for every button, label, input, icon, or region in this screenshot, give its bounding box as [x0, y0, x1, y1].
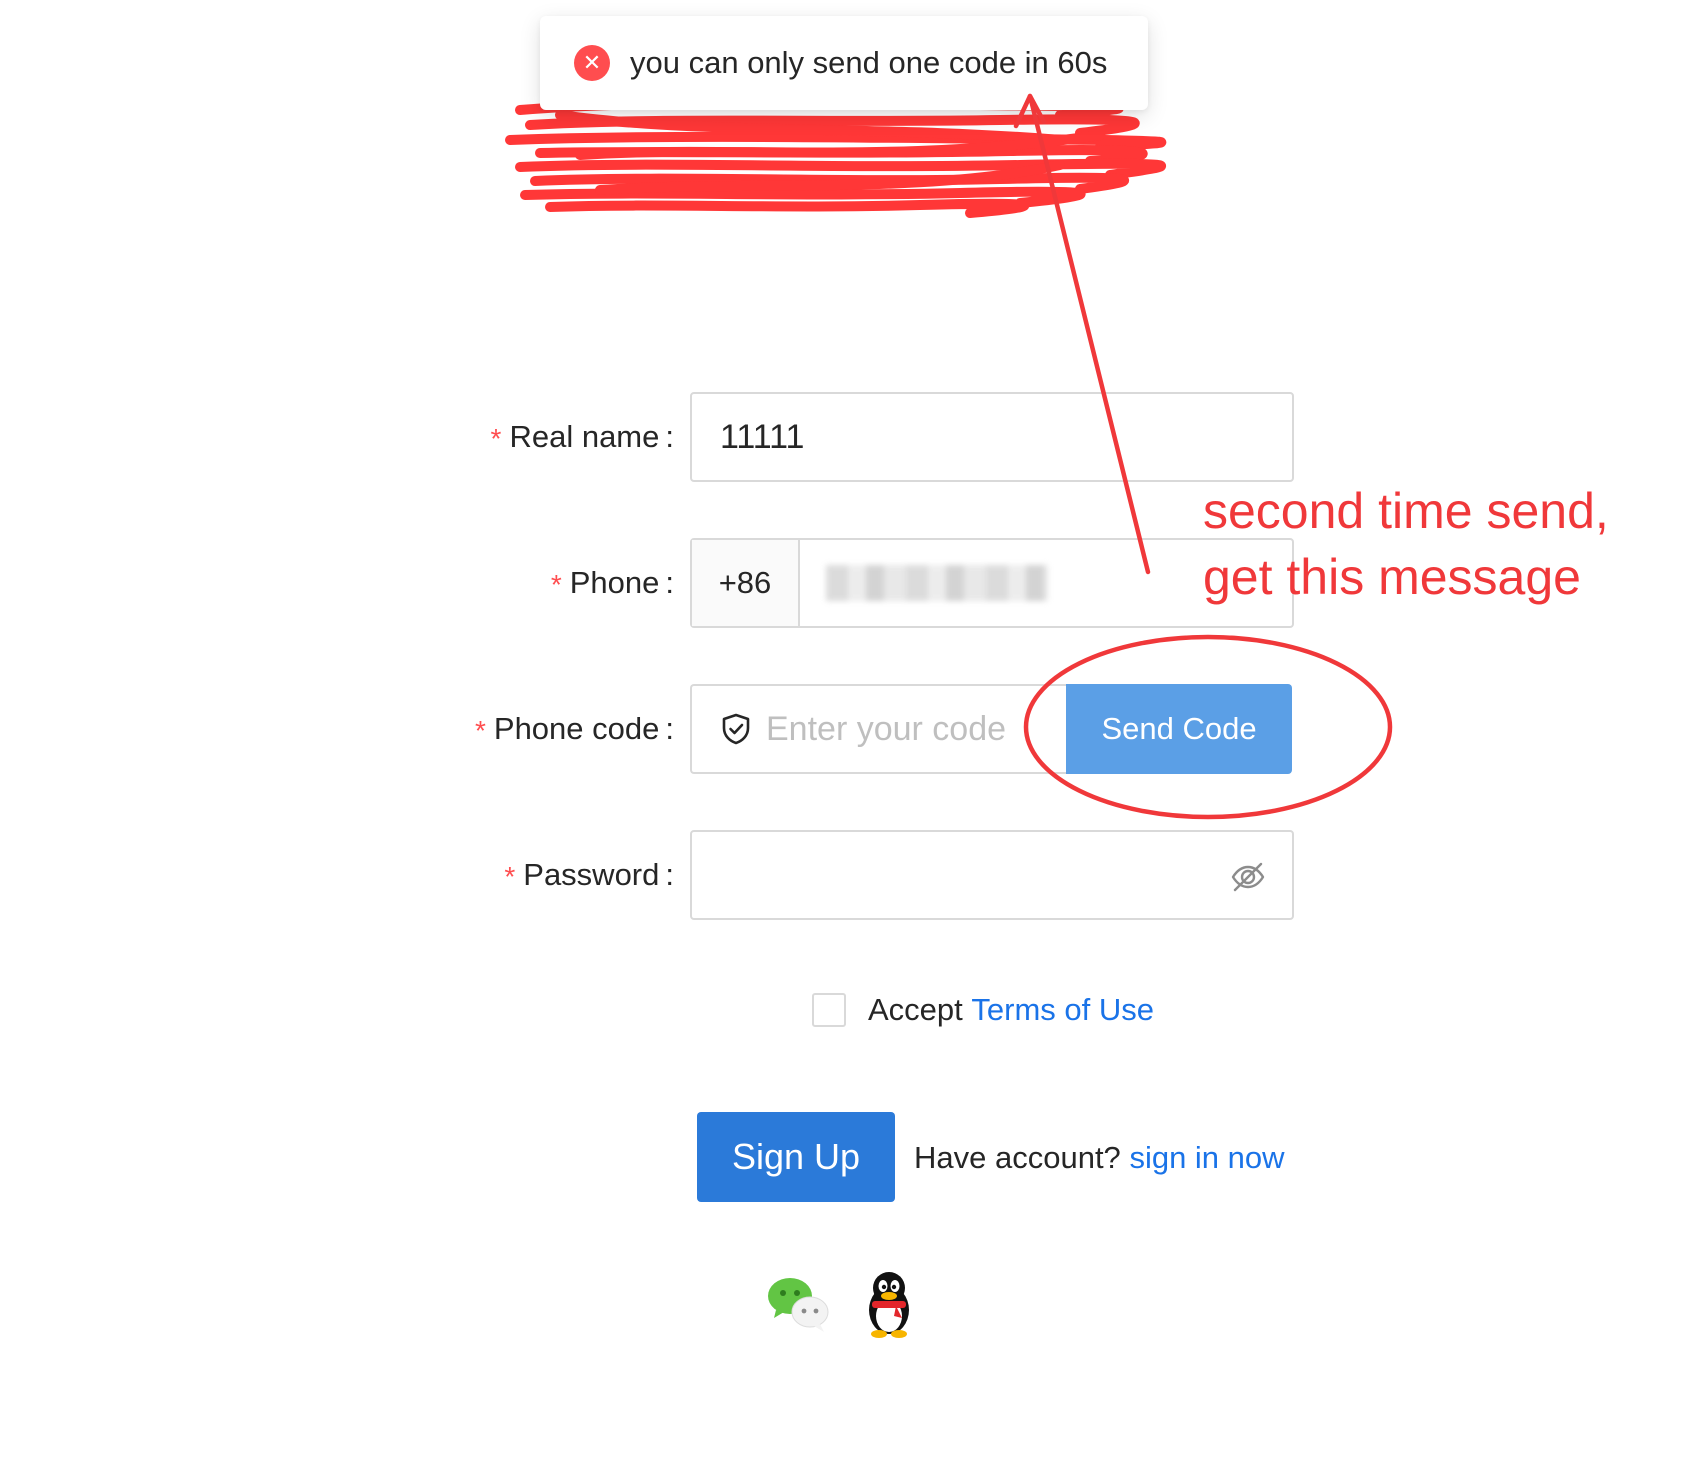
terms-row: Accept Terms of Use	[812, 992, 1154, 1028]
password-input[interactable]	[690, 830, 1294, 920]
phone-country-prefix[interactable]: +86	[692, 540, 800, 626]
sign-in-link[interactable]: sign in now	[1129, 1140, 1284, 1175]
error-toast: ✕ you can only send one code in 60s	[540, 16, 1148, 110]
have-account-text: Have account? sign in now	[914, 1140, 1285, 1175]
close-circle-icon: ✕	[574, 45, 610, 81]
signup-page: ✕ you can only send one code in 60s * Re…	[0, 0, 1689, 1481]
real-name-label: * Real name:	[490, 419, 674, 454]
password-label: * Password:	[504, 857, 674, 892]
sign-up-button[interactable]: Sign Up	[697, 1112, 895, 1202]
send-code-button[interactable]: Send Code	[1066, 684, 1292, 774]
eye-invisible-icon[interactable]	[1230, 859, 1266, 895]
toast-message: you can only send one code in 60s	[630, 45, 1108, 80]
phone-code-field	[690, 684, 1068, 774]
accept-label: Accept	[868, 992, 963, 1027]
accept-terms-checkbox[interactable]	[812, 993, 846, 1027]
real-name-row: * Real name: 11111	[0, 392, 1689, 482]
phone-label: * Phone:	[550, 565, 674, 600]
real-name-value: 11111	[720, 417, 805, 456]
phone-code-input[interactable]	[766, 709, 1066, 749]
qq-penguin-icon[interactable]	[852, 1266, 926, 1340]
redaction-scribble	[505, 97, 1167, 218]
annotation-text: second time send, get this message	[1203, 483, 1609, 605]
phone-code-row: * Phone code: Send Code	[0, 684, 1689, 774]
real-name-input[interactable]: 11111	[690, 392, 1294, 482]
phone-code-label: * Phone code:	[474, 711, 674, 746]
phone-input-blurred[interactable]	[826, 565, 1048, 601]
terms-of-use-link[interactable]: Terms of Use	[971, 992, 1154, 1028]
password-row: * Password:	[0, 830, 1689, 920]
wechat-icon[interactable]	[762, 1266, 836, 1340]
shield-check-icon	[720, 713, 752, 745]
